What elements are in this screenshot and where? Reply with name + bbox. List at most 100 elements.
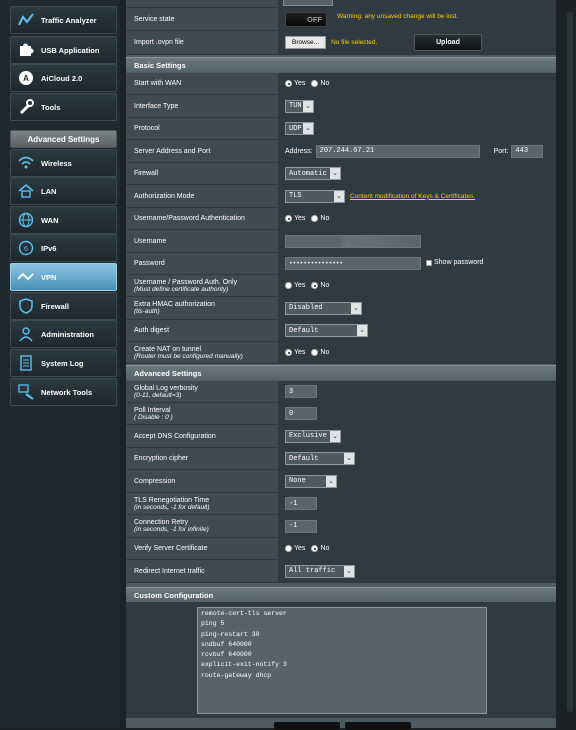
sidebar-item-tools[interactable]: Tools bbox=[10, 93, 117, 121]
tls-reneg-row: TLS Renegotiation Time (in seconds, -1 fo… bbox=[126, 493, 556, 515]
connection-retry-hint: (in seconds, -1 for infinite) bbox=[134, 526, 209, 533]
accept-dns-label: Accept DNS Configuration bbox=[134, 432, 216, 440]
radio-icon bbox=[311, 215, 319, 222]
radio-icon bbox=[285, 282, 292, 289]
redirect-traffic-select[interactable]: All traffic ⌄ bbox=[285, 564, 355, 578]
protocol-select[interactable]: UDP ⌄ bbox=[285, 122, 314, 135]
sidebar-item-wan[interactable]: WAN bbox=[10, 206, 117, 234]
sidebar-item-usb-application[interactable]: USB Application bbox=[10, 36, 117, 64]
admin-icon bbox=[15, 323, 37, 345]
sidebar-item-label: Wireless bbox=[41, 158, 72, 168]
compression-select[interactable]: None ⌄ bbox=[285, 474, 337, 488]
chevron-down-icon: ⌄ bbox=[357, 325, 367, 336]
interface-type-select[interactable]: TUN ⌄ bbox=[285, 99, 314, 113]
sidebar-item-ipv6[interactable]: 6 IPv6 bbox=[10, 234, 117, 262]
sidebar-item-label: LAN bbox=[41, 186, 57, 196]
verify-cert-label: Verify Server Certificate bbox=[134, 545, 208, 552]
config-line: sndbuf 640000 bbox=[201, 640, 252, 648]
hmac-select[interactable]: Disabled ⌄ bbox=[285, 301, 362, 315]
userpass-only-label: Username / Password Auth. Only bbox=[134, 278, 238, 286]
userpass-auth-yes[interactable]: Yes bbox=[285, 215, 305, 222]
connection-retry-input[interactable]: -1 bbox=[285, 519, 317, 533]
username-input[interactable] bbox=[285, 234, 421, 248]
password-row: Password ••••••••••••••• Show password bbox=[126, 253, 556, 275]
show-password-checkbox[interactable]: Show password bbox=[426, 259, 483, 266]
tls-reneg-input[interactable]: -1 bbox=[285, 497, 317, 510]
start-with-wan-yes[interactable]: Yes bbox=[285, 80, 305, 87]
vpn-icon bbox=[15, 266, 37, 288]
wrench-icon bbox=[15, 96, 37, 118]
sidebar-item-wireless[interactable]: Wireless bbox=[10, 149, 117, 177]
custom-configuration-header: Custom Configuration bbox=[126, 587, 556, 602]
encryption-cipher-row: Encryption cipher Default ⌄ bbox=[126, 448, 556, 470]
log-verbosity-input[interactable]: 3 bbox=[285, 385, 317, 398]
address-label: Address: bbox=[285, 147, 313, 155]
nat-no[interactable]: No bbox=[311, 349, 329, 356]
action-button[interactable] bbox=[345, 722, 411, 730]
verify-cert-no[interactable]: No bbox=[311, 545, 329, 552]
service-state-toggle[interactable]: OFF bbox=[285, 11, 327, 27]
keys-certificates-link[interactable]: Content modification of Keys & Certifica… bbox=[350, 193, 475, 200]
auth-mode-label: Authorization Mode bbox=[134, 192, 195, 200]
sidebar-item-traffic-analyzer[interactable]: Traffic Analyzer bbox=[10, 6, 117, 34]
browse-button[interactable]: Browse... bbox=[285, 36, 327, 49]
shield-icon bbox=[15, 295, 37, 317]
userpass-auth-no[interactable]: No bbox=[311, 215, 329, 222]
import-ovpn-row: Import .ovpn file Browse... No file sele… bbox=[126, 31, 556, 55]
puzzle-icon bbox=[15, 39, 37, 61]
userpass-only-yes[interactable]: Yes bbox=[285, 282, 305, 289]
scrollbar[interactable] bbox=[564, 0, 576, 728]
sidebar-item-lan[interactable]: LAN bbox=[10, 177, 117, 205]
config-line: rcvbuf 640000 bbox=[201, 651, 252, 659]
accept-dns-select[interactable]: Exclusive ⌄ bbox=[285, 429, 341, 443]
advanced-settings-section-header: Advanced Settings bbox=[126, 365, 556, 380]
chevron-down-icon: ⌄ bbox=[303, 100, 313, 112]
userpass-auth-label: Username/Password Authentication bbox=[134, 215, 245, 222]
poll-interval-input[interactable]: 0 bbox=[285, 407, 317, 420]
encryption-cipher-select[interactable]: Default ⌄ bbox=[285, 452, 355, 465]
basic-settings-header: Basic Settings bbox=[126, 57, 556, 72]
firewall-label: Firewall bbox=[134, 170, 159, 177]
nat-yes[interactable]: Yes bbox=[285, 349, 305, 356]
connection-retry-label: Connection Retry bbox=[134, 519, 189, 526]
svg-text:A: A bbox=[23, 74, 29, 83]
server-address-input[interactable]: 207.244.67.21 bbox=[315, 144, 480, 158]
sidebar-item-label: Firewall bbox=[41, 301, 69, 311]
action-button[interactable] bbox=[274, 722, 340, 730]
upload-button[interactable]: Upload bbox=[414, 34, 482, 51]
sidebar-item-administration[interactable]: Administration bbox=[10, 320, 117, 348]
log-verbosity-label: Global Log verbosity bbox=[134, 384, 198, 392]
chevron-down-icon: ⌄ bbox=[326, 475, 336, 487]
network-tools-icon bbox=[15, 381, 37, 403]
start-with-wan-no[interactable]: No bbox=[311, 80, 329, 87]
service-state-label: Service state bbox=[134, 15, 175, 23]
interface-type-row: Interface Type TUN ⌄ bbox=[126, 95, 556, 118]
auth-digest-select[interactable]: Default ⌄ bbox=[285, 324, 368, 337]
userpass-only-hint: (Must define certificate authority) bbox=[134, 285, 229, 293]
sidebar-item-aicloud[interactable]: A AiCloud 2.0 bbox=[10, 64, 117, 92]
sidebar-item-label: Administration bbox=[41, 329, 94, 339]
accept-dns-row: Accept DNS Configuration Exclusive ⌄ bbox=[126, 425, 556, 448]
server-address-row: Server Address and Port Address: 207.244… bbox=[126, 140, 556, 163]
sidebar-item-vpn[interactable]: VPN bbox=[10, 263, 117, 291]
verify-cert-yes[interactable]: Yes bbox=[285, 545, 305, 552]
userpass-only-no[interactable]: No bbox=[311, 282, 329, 289]
port-label: Port: bbox=[493, 147, 509, 155]
auth-mode-select[interactable]: TLS ⌄ bbox=[285, 189, 345, 203]
config-line: route-gateway dhcp bbox=[201, 671, 272, 679]
custom-configuration-textarea[interactable]: remote-cert-tls server ping 5 ping-restart… bbox=[197, 607, 487, 714]
scrollbar-thumb[interactable] bbox=[567, 12, 573, 712]
redirect-traffic-row: Redirect Internet traffic All traffic ⌄ bbox=[126, 560, 556, 583]
firewall-select[interactable]: Automatic ⌄ bbox=[285, 167, 341, 180]
chevron-down-icon: ⌄ bbox=[334, 190, 344, 202]
auth-digest-label: Auth digest bbox=[134, 327, 170, 334]
radio-icon bbox=[311, 80, 319, 87]
server-port-input[interactable]: 443 bbox=[511, 144, 544, 158]
sidebar-item-system-log[interactable]: System Log bbox=[10, 349, 117, 377]
protocol-row: Protocol UDP ⌄ bbox=[126, 118, 556, 140]
sidebar-item-network-tools[interactable]: Network Tools bbox=[10, 378, 117, 406]
home-icon bbox=[15, 180, 37, 202]
password-input[interactable]: ••••••••••••••• bbox=[285, 257, 421, 270]
username-row: Username bbox=[126, 230, 556, 253]
sidebar-item-firewall[interactable]: Firewall bbox=[10, 292, 117, 320]
